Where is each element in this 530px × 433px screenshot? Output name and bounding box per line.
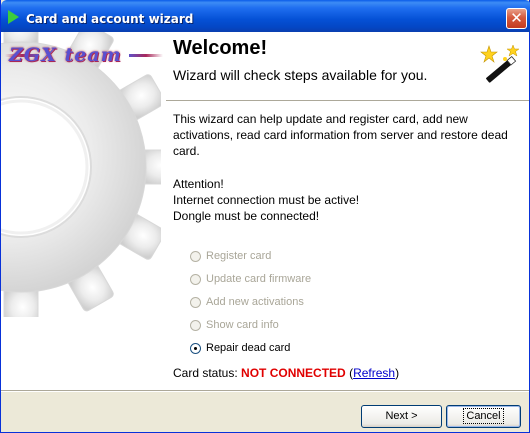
option-label: Update card firmware	[206, 273, 312, 285]
description-text: This wizard can help update and register…	[173, 112, 508, 158]
radio-add-new-activations	[190, 296, 201, 308]
wizard-content: ZGX team Welcome! Wizard will check step…	[1, 32, 529, 390]
option-label: Show card info	[206, 319, 279, 331]
radio-register-card	[190, 250, 201, 262]
option-label: Register card	[206, 250, 272, 262]
window-title: Card and account wizard	[26, 12, 194, 26]
attention-title: Attention!	[173, 177, 224, 191]
magic-wand-icon	[480, 44, 520, 83]
option-label[interactable]: Repair dead card	[206, 342, 290, 354]
option-repair-dead-card[interactable]: Repair dead card	[190, 341, 290, 355]
wizard-window: Card and account wizard ✕ ZGX team Welco…	[0, 0, 530, 433]
option-add-new-activations: Add new activations	[190, 295, 304, 309]
page-subtitle: Wizard will check steps available for yo…	[173, 67, 428, 83]
page-title: Welcome!	[173, 37, 268, 59]
title-bar[interactable]: Card and account wizard ✕	[1, 0, 530, 32]
radio-repair-dead-card[interactable]	[190, 342, 201, 354]
refresh-link[interactable]: Refresh	[353, 366, 395, 380]
team-logo: ZGX team	[9, 44, 122, 66]
cancel-button-label[interactable]: Cancel	[463, 408, 504, 424]
card-status: Card status: NOT CONNECTED (Refresh)	[173, 366, 399, 380]
option-update-card-firmware: Update card firmware	[190, 272, 311, 286]
card-status-label: Card status:	[173, 366, 238, 380]
option-label: Add new activations	[206, 296, 304, 308]
option-register-card: Register card	[190, 249, 271, 263]
footer-divider	[1, 390, 529, 392]
radio-update-card-firmware	[190, 273, 201, 285]
next-button[interactable]: Next >	[361, 405, 442, 428]
play-arrow-icon	[8, 10, 19, 24]
attention-block: Attention! Internet connection must be a…	[173, 176, 523, 224]
radio-show-card-info	[190, 319, 201, 331]
option-show-card-info: Show card info	[190, 318, 279, 332]
attention-line-internet: Internet connection must be active!	[173, 193, 360, 207]
logo-wing-right	[129, 54, 163, 57]
header-divider	[166, 100, 529, 101]
gear-icon	[1, 32, 161, 317]
cancel-button[interactable]: Cancel	[446, 405, 521, 428]
card-status-value: NOT CONNECTED	[241, 366, 346, 380]
close-button[interactable]: ✕	[506, 8, 527, 29]
refresh-close-paren: )	[395, 366, 400, 380]
attention-line-dongle: Dongle must be connected!	[173, 209, 320, 223]
